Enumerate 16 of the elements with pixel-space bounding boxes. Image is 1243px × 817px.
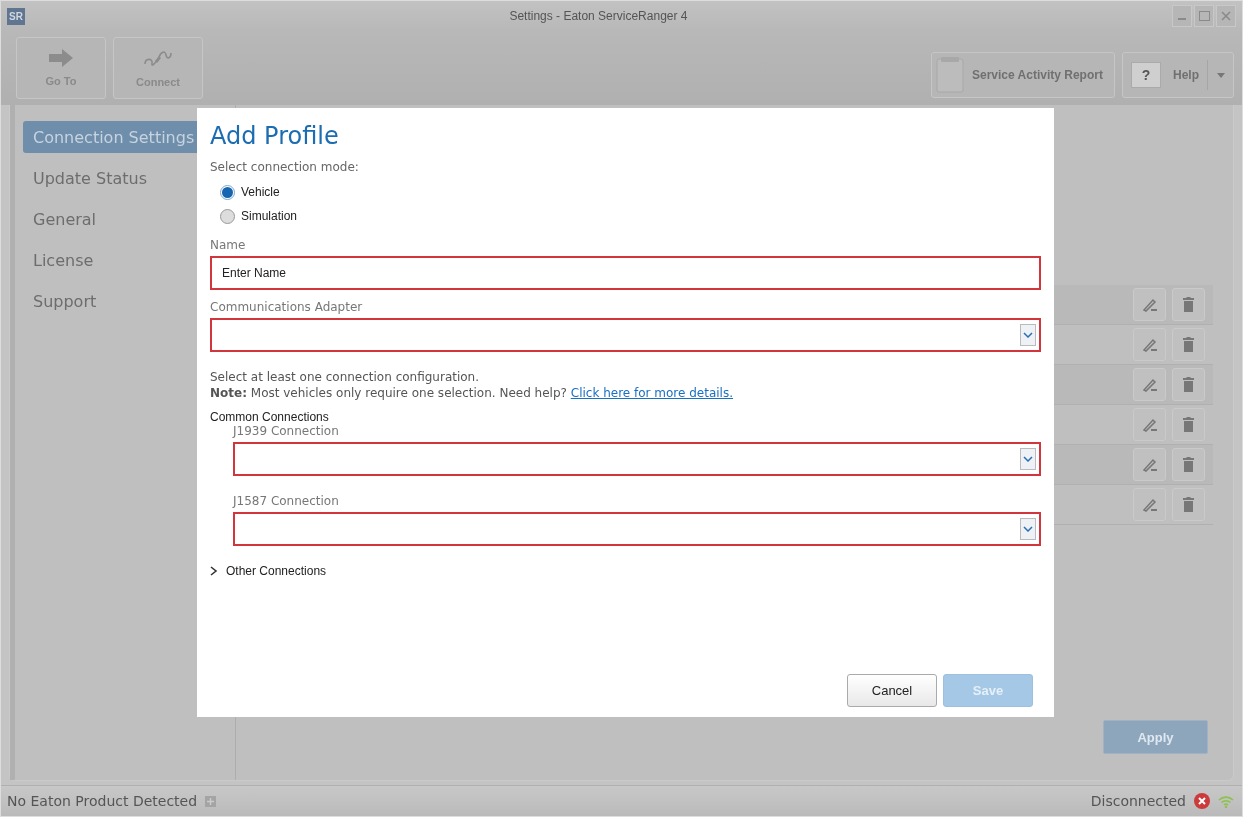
help-icon: ? [1131, 62, 1161, 88]
dialog-title: Add Profile [210, 122, 340, 150]
field-label: J1939 Connection [233, 424, 340, 438]
window-title: Settings - Eaton ServiceRanger 4 [508, 9, 689, 23]
radio-label: Vehicle [241, 185, 280, 199]
connection-status: Disconnected [1090, 793, 1186, 809]
status-text: No Eaton Product Detected [7, 793, 198, 809]
field-label: J1587 Connection [233, 494, 340, 508]
field-label: Name [210, 238, 247, 252]
field-label: Communications Adapter [210, 300, 364, 314]
field-label: Select connection mode: [210, 160, 360, 174]
instruction-text: Select at least one connection configuration. [210, 370, 481, 384]
radio-label: Simulation [241, 209, 298, 223]
note-text: Note: Most vehicles only require one selection. Need help? Click here for more details. [210, 386, 735, 400]
section-label: Common Connections [210, 410, 330, 424]
app-logo: SR [7, 7, 25, 25]
